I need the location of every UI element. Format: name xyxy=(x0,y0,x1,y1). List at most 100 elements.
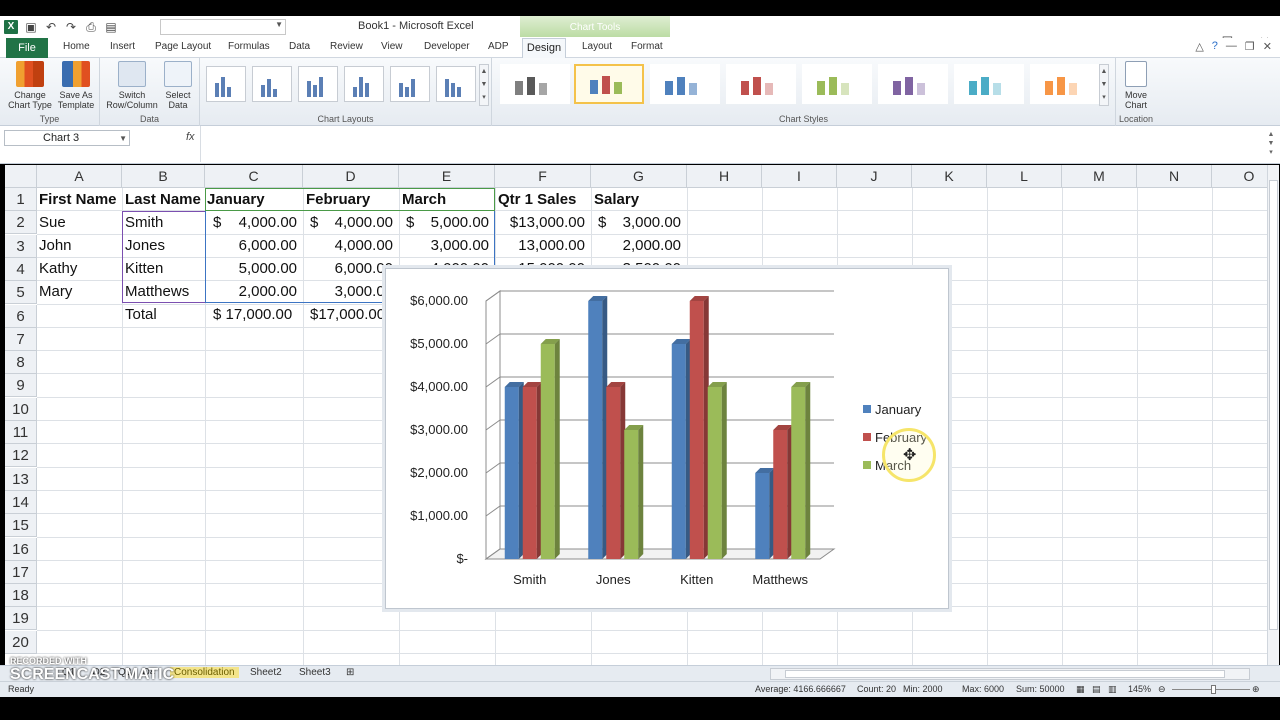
normal-view-icon[interactable]: ▦ xyxy=(1076,684,1085,695)
row-header-3[interactable]: 3 xyxy=(5,234,37,258)
cell-a3[interactable]: John xyxy=(39,234,123,257)
row-header-1[interactable]: 1 xyxy=(5,188,37,211)
cell-c6[interactable]: $ 17,000.00 xyxy=(213,303,305,326)
column-header-c[interactable]: C xyxy=(205,165,303,188)
tab-file[interactable]: File xyxy=(6,38,48,58)
column-header-m[interactable]: M xyxy=(1062,165,1137,188)
chart-layout-4[interactable] xyxy=(344,66,384,102)
sheet-tab-sheet3[interactable]: Sheet3 xyxy=(299,667,331,678)
cell-b1[interactable]: Last Name xyxy=(125,188,205,211)
help-icon[interactable]: ? xyxy=(1212,40,1218,53)
save-icon[interactable]: ▣ xyxy=(24,20,38,34)
zoom-level[interactable]: 145% xyxy=(1128,684,1151,694)
cell-f2[interactable]: $13,000.00 xyxy=(495,211,591,234)
row-header-19[interactable]: 19 xyxy=(5,607,37,631)
tab-data[interactable]: Data xyxy=(289,41,310,52)
cell-a1[interactable]: First Name xyxy=(39,188,123,211)
tab-design[interactable]: Design xyxy=(522,38,566,59)
cell-a2[interactable]: Sue xyxy=(39,211,123,234)
name-box[interactable]: Chart 3 ▼ xyxy=(4,130,130,146)
column-header-e[interactable]: E xyxy=(399,165,495,188)
column-header-g[interactable]: G xyxy=(591,165,687,188)
column-header-a[interactable]: A xyxy=(37,165,122,188)
column-header-k[interactable]: K xyxy=(912,165,987,188)
horizontal-scrollbar[interactable] xyxy=(770,668,1250,680)
chart-style-1[interactable] xyxy=(500,64,570,104)
column-header-n[interactable]: N xyxy=(1137,165,1212,188)
page-layout-view-icon[interactable]: ▤ xyxy=(1092,684,1101,695)
row-header-5[interactable]: 5 xyxy=(5,281,37,305)
chart-style-2[interactable] xyxy=(574,64,644,104)
row-header-12[interactable]: 12 xyxy=(5,444,37,468)
cell-b6[interactable]: Total xyxy=(125,303,205,326)
formula-input[interactable] xyxy=(204,129,1259,159)
select-all-corner[interactable] xyxy=(5,165,37,188)
row-header-17[interactable]: 17 xyxy=(5,560,37,584)
cell-g3[interactable]: 2,000.00 xyxy=(591,234,687,257)
move-chart-button[interactable]: Move Chart xyxy=(1118,61,1154,110)
sheet-tab-sheet2[interactable]: Sheet2 xyxy=(250,667,282,678)
undo-icon[interactable]: ↶ xyxy=(44,20,58,34)
column-header-j[interactable]: J xyxy=(837,165,912,188)
chart-layout-2[interactable] xyxy=(252,66,292,102)
chart-layout-3[interactable] xyxy=(298,66,338,102)
close-icon[interactable]: ✕ xyxy=(1263,40,1272,53)
tab-layout[interactable]: Layout xyxy=(582,41,612,52)
chart[interactable]: $6,000.00 $5,000.00 $4,000.00 $3,000.00 $2,0… xyxy=(385,268,949,609)
change-chart-type-button[interactable]: Change Chart Type xyxy=(6,61,54,110)
qat-combo-box[interactable]: ▼ xyxy=(160,19,286,35)
zoom-out-icon[interactable]: ⊖ xyxy=(1158,684,1166,695)
row-header-7[interactable]: 7 xyxy=(5,327,37,351)
row-header-18[interactable]: 18 xyxy=(5,584,37,608)
tab-formulas[interactable]: Formulas xyxy=(228,41,270,52)
sheet-tab-consolidation[interactable]: Consolidation xyxy=(170,667,239,678)
cell-f1[interactable]: Qtr 1 Sales xyxy=(498,188,591,211)
tab-adp[interactable]: ADP xyxy=(488,41,509,52)
chart-style-4[interactable] xyxy=(726,64,796,104)
chart-styles-more-button[interactable]: ▲ ▼ ▾ xyxy=(1099,64,1109,106)
row-header-14[interactable]: 14 xyxy=(5,490,37,514)
formula-bar-scroll[interactable]: ▲ ▼ ▾ xyxy=(1266,130,1276,160)
zoom-slider-thumb[interactable] xyxy=(1211,685,1216,694)
row-header-11[interactable]: 11 xyxy=(5,421,37,444)
excel-logo-icon[interactable]: X xyxy=(4,20,18,34)
tab-view[interactable]: View xyxy=(381,41,403,52)
row-header-10[interactable]: 10 xyxy=(5,397,37,421)
row-header-6[interactable]: 6 xyxy=(5,304,37,328)
column-header-b[interactable]: B xyxy=(122,165,205,188)
vertical-scrollbar[interactable] xyxy=(1267,165,1279,665)
column-header-h[interactable]: H xyxy=(687,165,762,188)
chart-layout-1[interactable] xyxy=(206,66,246,102)
page-break-view-icon[interactable]: ▥ xyxy=(1108,684,1117,695)
cell-g1[interactable]: Salary xyxy=(594,188,687,211)
restore-icon[interactable]: ❐ xyxy=(1245,40,1255,53)
row-header-2[interactable]: 2 xyxy=(5,211,37,235)
minimize-icon[interactable]: — xyxy=(1226,40,1237,53)
chart-style-7[interactable] xyxy=(954,64,1024,104)
chart-layout-6[interactable] xyxy=(436,66,476,102)
row-header-8[interactable]: 8 xyxy=(5,351,37,375)
redo-icon[interactable]: ↷ xyxy=(64,20,78,34)
print-icon[interactable]: ⎙ xyxy=(84,20,98,34)
row-header-13[interactable]: 13 xyxy=(5,467,37,491)
cell-a5[interactable]: Mary xyxy=(39,280,123,303)
save-as-template-button[interactable]: Save As Template xyxy=(54,61,98,110)
cell-a4[interactable]: Kathy xyxy=(39,257,123,280)
column-header-l[interactable]: L xyxy=(987,165,1062,188)
row-header-20[interactable]: 20 xyxy=(5,630,37,654)
tab-home[interactable]: Home xyxy=(63,41,90,52)
chart-layouts-more-button[interactable]: ▲ ▼ ▾ xyxy=(479,64,489,106)
vertical-scroll-thumb[interactable] xyxy=(1269,180,1278,630)
switch-row-column-button[interactable]: Switch Row/Column xyxy=(104,61,160,110)
tab-developer[interactable]: Developer xyxy=(424,41,470,52)
row-header-9[interactable]: 9 xyxy=(5,374,37,398)
column-header-f[interactable]: F xyxy=(495,165,591,188)
select-data-button[interactable]: Select Data xyxy=(160,61,196,110)
row-header-4[interactable]: 4 xyxy=(5,257,37,281)
tab-insert[interactable]: Insert xyxy=(110,41,135,52)
column-header-i[interactable]: I xyxy=(762,165,837,188)
cell-g2[interactable]: 3,000.00 xyxy=(611,211,687,234)
cell-f3[interactable]: 13,000.00 xyxy=(495,234,591,257)
chart-layout-5[interactable] xyxy=(390,66,430,102)
print-preview-icon[interactable]: ▤ xyxy=(104,20,118,34)
